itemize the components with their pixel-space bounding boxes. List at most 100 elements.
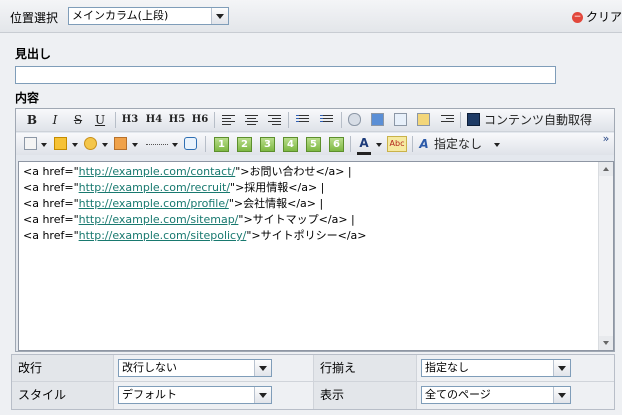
source-line-suffix: ">採用情報</a> |	[230, 181, 325, 194]
spellcheck-button[interactable]: Abc	[387, 136, 407, 152]
toolbar-overflow-button[interactable]: »	[600, 131, 612, 147]
strikethrough-button[interactable]: S	[71, 112, 85, 128]
bullet-list-icon[interactable]	[296, 113, 309, 126]
align-select[interactable]: 指定なし	[421, 359, 571, 377]
vertical-scrollbar[interactable]	[598, 162, 613, 350]
linebreak-select[interactable]: 改行しない	[118, 359, 272, 377]
content-source: <a href="http://example.com/contact/">お問…	[23, 164, 366, 244]
align-cell: 指定なし	[417, 355, 614, 382]
display-select-value: 全てのページ	[425, 388, 491, 401]
source-line: <a href="http://example.com/sitepolicy/"…	[23, 228, 366, 244]
content-textarea[interactable]: <a href="http://example.com/contact/">お問…	[18, 161, 614, 351]
source-line-url[interactable]: http://example.com/contact/	[79, 165, 236, 178]
italic-button[interactable]: I	[48, 112, 62, 128]
horizontal-rule-icon[interactable]	[146, 144, 168, 145]
toolbar-separator	[350, 136, 351, 152]
image-icon[interactable]	[371, 113, 384, 126]
align-left-icon[interactable]	[222, 113, 235, 126]
number-2-button[interactable]: 2	[237, 137, 252, 152]
source-line: <a href="http://example.com/profile/">会社…	[23, 196, 366, 212]
source-line-suffix: ">サイトポリシー</a>	[246, 229, 367, 242]
clean-format-icon[interactable]	[417, 113, 430, 126]
heading-input[interactable]	[15, 66, 556, 84]
linebreak-select-value: 改行しない	[122, 361, 177, 374]
align-center-icon[interactable]	[245, 113, 258, 126]
chevron-down-icon	[553, 360, 570, 376]
chevron-down-icon[interactable]	[376, 143, 382, 147]
source-line-prefix: <a href="	[23, 165, 79, 178]
style-cell: デフォルト	[114, 382, 314, 409]
source-line-url[interactable]: http://example.com/sitepolicy/	[79, 229, 247, 242]
underline-button[interactable]: U	[93, 112, 107, 128]
display-select[interactable]: 全てのページ	[421, 386, 571, 404]
clear-button[interactable]: − クリア	[572, 8, 622, 25]
h6-button[interactable]: H6	[191, 112, 209, 128]
number-5-button[interactable]: 5	[306, 137, 321, 152]
toolbar-row-1: B I S U H3 H4 H5 H6 コンテンツ自動取得	[16, 109, 614, 132]
source-line: <a href="http://example.com/recruit/">採用…	[23, 180, 366, 196]
style-select-value: デフォルト	[122, 388, 177, 401]
numbered-list-icon[interactable]	[320, 113, 333, 126]
source-line-suffix: ">会社情報</a> |	[228, 197, 324, 210]
align-right-icon[interactable]	[268, 113, 281, 126]
chevron-down-icon[interactable]	[172, 143, 178, 147]
style-label: スタイル	[12, 382, 114, 409]
position-bar: 位置選択 メインカラム(上段) − クリア	[0, 0, 622, 33]
chevron-down-icon[interactable]	[72, 143, 78, 147]
link-icon[interactable]	[348, 113, 361, 126]
heading-label: 見出し	[15, 47, 52, 61]
content-label: 内容	[15, 91, 40, 105]
number-1-button[interactable]: 1	[214, 137, 229, 152]
rich-text-editor: B I S U H3 H4 H5 H6 コンテンツ自動取得 1 2 3 4 5 …	[15, 108, 615, 352]
font-color-button[interactable]: A	[357, 136, 371, 155]
chevron-down-icon[interactable]	[102, 143, 108, 147]
position-select[interactable]: メインカラム(上段)	[68, 7, 229, 25]
chevron-down-icon[interactable]	[41, 143, 47, 147]
linebreak-label: 改行	[12, 355, 114, 382]
emoji-icon[interactable]	[84, 137, 97, 150]
h3-button[interactable]: H3	[121, 112, 139, 128]
display-cell: 全てのページ	[417, 382, 614, 409]
number-6-button[interactable]: 6	[329, 137, 344, 152]
source-line: <a href="http://example.com/contact/">お問…	[23, 164, 366, 180]
toolbar-separator	[288, 112, 289, 128]
warning-icon[interactable]	[54, 137, 67, 150]
align-label: 行揃え	[314, 355, 417, 382]
chevron-down-icon[interactable]	[494, 143, 500, 147]
source-line-url[interactable]: http://example.com/recruit/	[79, 181, 230, 194]
chevron-down-icon[interactable]	[132, 143, 138, 147]
number-4-button[interactable]: 4	[283, 137, 298, 152]
align-select-value: 指定なし	[425, 361, 469, 374]
source-line-prefix: <a href="	[23, 229, 79, 242]
toolbar-separator	[460, 112, 461, 128]
table-icon[interactable]	[394, 113, 407, 126]
source-line-prefix: <a href="	[23, 213, 79, 226]
fetch-content-icon[interactable]	[467, 113, 480, 126]
scroll-up-icon[interactable]	[599, 162, 613, 176]
settings-grid: 改行 改行しない 行揃え 指定なし スタイル デフォルト 表示 全てのページ	[11, 354, 615, 410]
speech-bubble-icon[interactable]	[184, 137, 197, 150]
gift-icon[interactable]	[114, 137, 127, 150]
chevron-down-icon	[254, 387, 271, 403]
font-style-icon: A	[419, 137, 429, 151]
h4-button[interactable]: H4	[145, 112, 163, 128]
toolbar-row-2: 1 2 3 4 5 6 A Abc A 指定なし »	[16, 131, 614, 155]
display-label: 表示	[314, 382, 417, 409]
indent-icon[interactable]	[441, 113, 454, 126]
border-icon[interactable]	[24, 137, 37, 150]
source-line-suffix: ">お問い合わせ</a> |	[235, 165, 352, 178]
toolbar-separator	[115, 112, 116, 128]
scroll-down-icon[interactable]	[599, 336, 613, 350]
style-select-box[interactable]: デフォルト	[118, 386, 272, 404]
chevron-down-icon	[211, 8, 228, 24]
fetch-content-button[interactable]: コンテンツ自動取得	[484, 112, 612, 128]
source-line-url[interactable]: http://example.com/sitemap/	[79, 213, 239, 226]
style-select[interactable]: 指定なし	[434, 136, 490, 152]
bold-button[interactable]: B	[25, 112, 39, 128]
source-line-prefix: <a href="	[23, 181, 79, 194]
source-line-url[interactable]: http://example.com/profile/	[79, 197, 229, 210]
toolbar-separator	[205, 136, 206, 152]
h5-button[interactable]: H5	[168, 112, 186, 128]
number-3-button[interactable]: 3	[260, 137, 275, 152]
toolbar-separator	[412, 136, 413, 152]
